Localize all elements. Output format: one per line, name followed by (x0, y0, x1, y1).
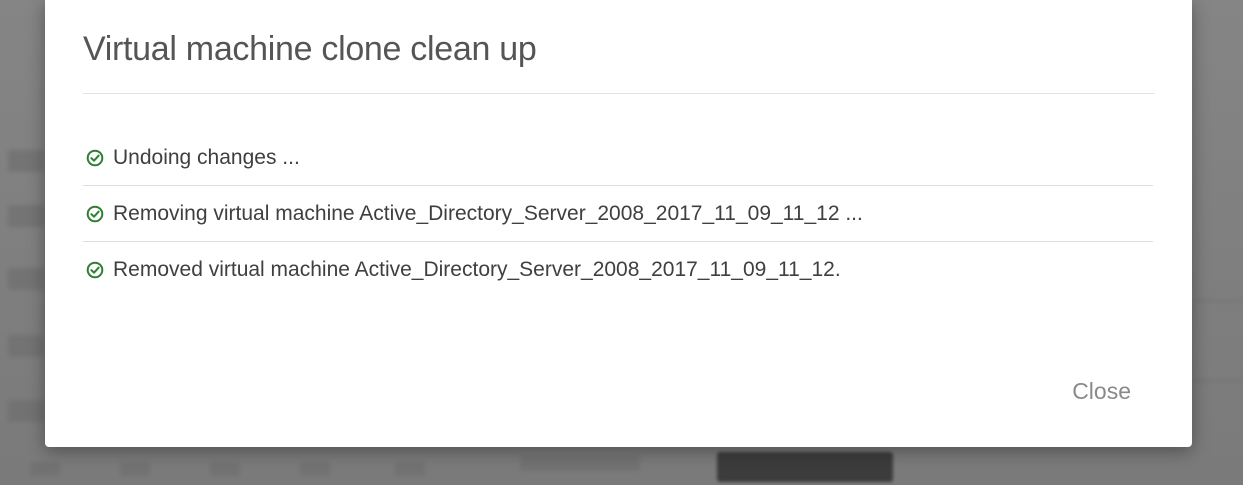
background-cell (210, 462, 240, 476)
check-circle-icon (86, 205, 104, 222)
check-circle-icon (86, 261, 104, 279)
background-cell (395, 462, 425, 476)
step-text: Removed virtual machine Active_Directory… (113, 258, 841, 281)
background-cell (300, 462, 330, 476)
close-button[interactable]: Close (1072, 378, 1131, 405)
dialog-title: Virtual machine clone clean up (83, 30, 537, 68)
cleanup-step: Removing virtual machine Active_Director… (83, 186, 1153, 242)
background-row (8, 335, 44, 357)
cleanup-step-list: Undoing changes ... Removing virtual mac… (83, 130, 1153, 298)
background-cell (30, 462, 60, 476)
check-circle-icon (86, 149, 104, 166)
step-text: Undoing changes ... (113, 145, 300, 169)
clone-cleanup-dialog: Virtual machine clone clean up Undoing c… (45, 0, 1192, 447)
background-row (1194, 380, 1243, 382)
background-row (8, 205, 44, 227)
background-cell (520, 455, 640, 471)
step-text: Removing virtual machine Active_Director… (113, 201, 863, 225)
background-row (8, 150, 44, 172)
background-row (8, 268, 44, 290)
title-divider (83, 93, 1155, 94)
background-button (717, 452, 893, 482)
cleanup-step: Removed virtual machine Active_Directory… (83, 242, 1153, 298)
background-row (8, 400, 44, 422)
background-row (1194, 300, 1243, 302)
background-cell (120, 462, 150, 476)
cleanup-step: Undoing changes ... (83, 130, 1153, 186)
